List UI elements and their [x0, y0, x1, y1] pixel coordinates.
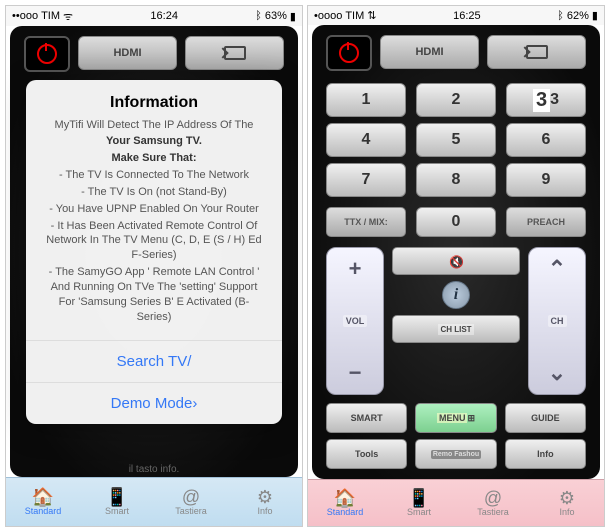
- channel-rocker[interactable]: ⌃ CH ⌄: [528, 247, 586, 395]
- power-button[interactable]: [326, 35, 372, 71]
- status-bar: ••oooTIMᯤ 16:24 ᛒ63%▮: [6, 6, 302, 26]
- tab-standard[interactable]: 🏠Standard: [6, 478, 80, 526]
- tab-info[interactable]: ⚙Info: [530, 480, 604, 526]
- search-tv-button[interactable]: Search TV/: [26, 340, 282, 382]
- wifi-icon: ᯤ: [63, 9, 73, 24]
- battery-pct: 62%: [567, 10, 589, 22]
- remo-button[interactable]: Remo Fashou: [415, 439, 496, 469]
- number-pad: 1 2 33 4 5 6 7 8 9: [326, 83, 586, 197]
- num-8[interactable]: 8: [416, 163, 496, 197]
- num-9[interactable]: 9: [506, 163, 586, 197]
- modal-line: MyTifi Will Detect The IP Address Of The: [42, 118, 266, 133]
- clock: 16:24: [150, 10, 178, 22]
- source-icon: [526, 45, 548, 59]
- menu-button[interactable]: MENU⊞: [415, 403, 496, 433]
- num-4[interactable]: 4: [326, 123, 406, 157]
- gear-icon: ⚙: [257, 488, 273, 506]
- tools-button[interactable]: Tools: [326, 439, 407, 469]
- num-0[interactable]: 0: [416, 207, 496, 237]
- prech-button[interactable]: PREACH: [506, 207, 586, 237]
- signal-dots-icon: ••ooo: [12, 10, 38, 22]
- battery-pct: 63%: [265, 10, 287, 22]
- phone-right: •ooooTIM⇅ 16:25 ᛒ62%▮ HDMI 1 2 33 4 5 6 …: [307, 5, 605, 527]
- info-modal: Information MyTifi Will Detect The IP Ad…: [26, 80, 282, 425]
- at-icon: @: [182, 488, 200, 506]
- battery-icon: ▮: [592, 9, 598, 22]
- tab-smart[interactable]: 📱Smart: [382, 480, 456, 526]
- volume-rocker[interactable]: + VOL −: [326, 247, 384, 395]
- vol-down[interactable]: −: [349, 360, 362, 386]
- num-6[interactable]: 6: [506, 123, 586, 157]
- ch-up[interactable]: ⌃: [548, 256, 566, 282]
- home-icon: 🏠: [334, 489, 356, 507]
- info-btn2[interactable]: Info: [505, 439, 586, 469]
- modal-line: Your Samsung TV.: [42, 134, 266, 149]
- signal-dots-icon: •oooo: [314, 10, 342, 22]
- tab-smart[interactable]: 📱Smart: [80, 478, 154, 526]
- ttx-button[interactable]: TTX / MIX:: [326, 207, 406, 237]
- power-icon: [339, 43, 359, 63]
- bluetooth-icon: ᛒ: [255, 10, 262, 22]
- gear-icon: ⚙: [559, 489, 575, 507]
- hdmi-button[interactable]: HDMI: [380, 35, 479, 69]
- modal-title: Information: [42, 94, 266, 112]
- carrier: TIM: [41, 10, 60, 22]
- phone-icon: 📱: [106, 488, 128, 506]
- phone-icon: 📱: [408, 489, 430, 507]
- modal-line: - The TV Is Connected To The Network: [42, 168, 266, 183]
- tab-bar: 🏠Standard 📱Smart @Tastiera ⚙Info: [308, 479, 604, 526]
- home-icon: 🏠: [32, 488, 54, 506]
- bluetooth-icon: ᛒ: [557, 10, 564, 22]
- modal-backdrop: Information MyTifi Will Detect The IP Ad…: [6, 26, 302, 478]
- mute-button[interactable]: [392, 247, 520, 275]
- demo-mode-button[interactable]: Demo Mode›: [26, 382, 282, 424]
- smart-button[interactable]: SMART: [326, 403, 407, 433]
- clock: 16:25: [453, 10, 481, 22]
- at-icon: @: [484, 489, 502, 507]
- modal-line: - The SamyGO App ' Remote LAN Control ' …: [42, 265, 266, 324]
- tab-bar: 🏠Standard 📱Smart @Tastiera ⚙Info: [6, 477, 302, 526]
- num-2[interactable]: 2: [416, 83, 496, 117]
- num-3[interactable]: 33: [506, 83, 586, 117]
- modal-line: - The TV Is On (not Stand-By): [42, 185, 266, 200]
- carrier: TIM: [345, 10, 364, 22]
- vol-up[interactable]: +: [349, 256, 362, 282]
- guide-button[interactable]: GUIDE: [505, 403, 586, 433]
- mute-icon: [449, 255, 463, 267]
- ch-down[interactable]: ⌄: [548, 360, 566, 386]
- info-button[interactable]: i: [442, 281, 470, 309]
- phone-left: ••oooTIMᯤ 16:24 ᛒ63%▮ HDMI il tasto info…: [5, 5, 303, 527]
- modal-line: - You Have UPNP Enabled On Your Router: [42, 202, 266, 217]
- tab-tastiera[interactable]: @Tastiera: [456, 480, 530, 526]
- num-1[interactable]: 1: [326, 83, 406, 117]
- tab-tastiera[interactable]: @Tastiera: [154, 478, 228, 526]
- chlist-button[interactable]: CH LIST: [392, 315, 520, 343]
- modal-line: - It Has Been Activated Remote Control O…: [42, 219, 266, 264]
- remote-body: HDMI 1 2 33 4 5 6 7 8 9 TTX / MIX: 0 PRE…: [312, 25, 600, 479]
- battery-icon: ▮: [290, 10, 296, 23]
- status-bar: •ooooTIM⇅ 16:25 ᛒ62%▮: [308, 6, 604, 25]
- tab-info[interactable]: ⚙Info: [228, 478, 302, 526]
- source-button[interactable]: [487, 35, 586, 69]
- num-5[interactable]: 5: [416, 123, 496, 157]
- num-7[interactable]: 7: [326, 163, 406, 197]
- tab-standard[interactable]: 🏠Standard: [308, 480, 382, 526]
- modal-line: Make Sure That:: [42, 151, 266, 166]
